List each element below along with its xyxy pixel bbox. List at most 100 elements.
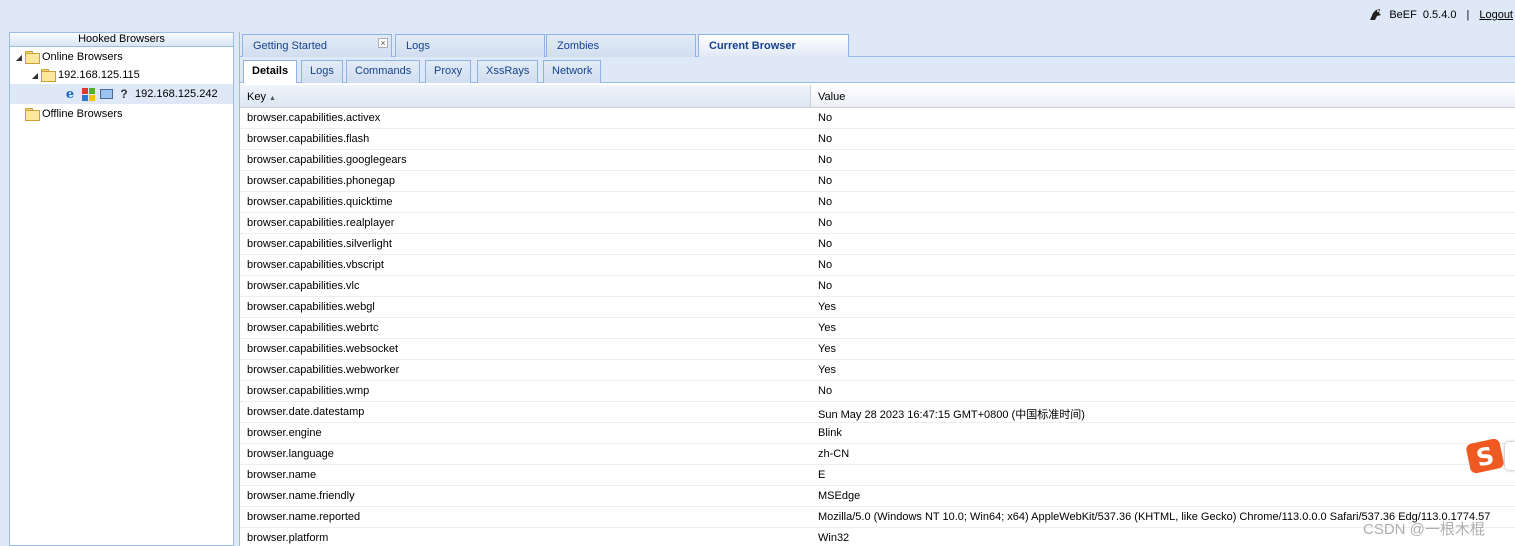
tree-node-hooked-browser[interactable]: e ? 192.168.125.242 [10, 84, 233, 104]
tree-node-subnet[interactable]: ◢ 192.168.125.115 [30, 66, 140, 84]
cell-key: browser.platform [247, 532, 329, 544]
table-row[interactable]: browser.capabilities.webrtc Yes [240, 318, 1515, 339]
table-row[interactable]: browser.language zh-CN [240, 444, 1515, 465]
cell-value: Sun May 28 2023 16:47:15 GMT+0800 (中国标准时… [818, 409, 1085, 421]
subtab-logs[interactable]: Logs [301, 60, 343, 83]
cell-value: Blink [818, 427, 842, 439]
cell-key: browser.capabilities.vbscript [247, 259, 384, 271]
table-row[interactable]: browser.capabilities.activex No [240, 108, 1515, 129]
main-tab-bar: Getting Started × Logs Zombies Current B… [240, 32, 1515, 58]
cell-value: No [818, 217, 833, 229]
tab-label: Current Browser [709, 40, 796, 52]
table-row[interactable]: browser.capabilities.phonegap No [240, 171, 1515, 192]
tab-label: Getting Started [253, 40, 327, 52]
sort-ascending-icon: ▲ [268, 95, 276, 102]
cell-value: zh-CN [818, 448, 850, 460]
tab-label: Logs [406, 40, 430, 52]
column-header-key[interactable]: Key ▲ [240, 85, 811, 107]
header-right: BeEF 0.5.4.0 | Logout [1367, 6, 1513, 24]
subtab-label: Logs [310, 65, 334, 77]
cell-key: browser.capabilities.realplayer [247, 217, 395, 229]
cell-key: browser.name.reported [247, 511, 361, 523]
subnet-label: 192.168.125.115 [58, 69, 140, 81]
table-row[interactable]: browser.name.friendly MSEdge [240, 486, 1515, 507]
cell-value: No [818, 154, 833, 166]
cell-key: browser.capabilities.quicktime [247, 196, 393, 208]
table-row[interactable]: browser.capabilities.vbscript No [240, 255, 1515, 276]
cell-value: No [818, 133, 833, 145]
cell-value: No [818, 196, 833, 208]
expanded-arrow-icon[interactable]: ◢ [14, 53, 24, 62]
subtab-xssrays[interactable]: XssRays [477, 60, 539, 83]
table-row[interactable]: browser.date.datestamp Sun May 28 2023 16… [240, 402, 1515, 423]
folder-icon [40, 69, 56, 82]
subtab-network[interactable]: Network [543, 60, 602, 83]
table-row[interactable]: browser.platform Win32 [240, 528, 1515, 546]
expanded-arrow-icon[interactable]: ◢ [30, 71, 40, 80]
subtab-commands[interactable]: Commands [346, 60, 421, 83]
tab-zombies[interactable]: Zombies [546, 34, 696, 57]
cell-value: No [818, 112, 833, 124]
cell-key: browser.name.friendly [247, 490, 355, 502]
cell-value: No [818, 238, 833, 250]
tab-label: Zombies [557, 40, 600, 52]
cell-value: No [818, 385, 833, 397]
tree-node-offline-browsers[interactable]: Offline Browsers [24, 105, 123, 123]
ie-icon: e [65, 86, 75, 102]
cell-value: No [818, 175, 833, 187]
pc-icon [99, 87, 113, 101]
table-row[interactable]: browser.capabilities.wmp No [240, 381, 1515, 402]
subtab-label: Proxy [434, 65, 463, 77]
watermark: CSDN @一根木棍 [1363, 521, 1485, 538]
sub-tab-bar: Details Logs Commands Proxy XssRays Netw… [240, 57, 1515, 83]
online-browsers-label: Online Browsers [42, 51, 123, 63]
subtab-proxy[interactable]: Proxy [425, 60, 472, 83]
close-icon[interactable]: × [378, 38, 388, 48]
table-row[interactable]: browser.name.reported Mozilla/5.0 (Window… [240, 507, 1515, 528]
table-row[interactable]: browser.capabilities.webgl Yes [240, 297, 1515, 318]
cell-key: browser.capabilities.phonegap [247, 175, 395, 187]
beef-logo-icon [1367, 7, 1383, 23]
subtab-details[interactable]: Details [243, 60, 298, 83]
cell-key: browser.capabilities.googlegears [247, 154, 407, 166]
hooked-browsers-title: Hooked Browsers [10, 33, 233, 47]
tab-current-browser[interactable]: Current Browser [698, 34, 849, 58]
app-name: BeEF [1389, 9, 1417, 21]
subtab-label: Network [552, 65, 593, 77]
header-separator: | [1466, 9, 1470, 21]
table-row[interactable]: browser.capabilities.websocket Yes [240, 339, 1515, 360]
subtab-label: Details [252, 65, 289, 77]
table-row[interactable]: browser.capabilities.webworker Yes [240, 360, 1515, 381]
logout-link[interactable]: Logout [1479, 9, 1513, 21]
cell-key: browser.language [247, 448, 334, 460]
windows-icon [81, 87, 95, 101]
cell-key: browser.engine [247, 427, 322, 439]
subtab-label: Commands [355, 65, 412, 77]
cell-value: No [818, 280, 833, 292]
cell-key: browser.capabilities.webworker [247, 364, 400, 376]
table-row[interactable]: browser.engine Blink [240, 423, 1515, 444]
table-row[interactable]: browser.capabilities.realplayer No [240, 213, 1515, 234]
column-header-value[interactable]: Value [811, 85, 1515, 107]
tab-getting-started[interactable]: Getting Started × [242, 34, 392, 57]
cell-key: browser.capabilities.webrtc [247, 322, 379, 334]
cell-value: Yes [818, 301, 836, 313]
ime-toolbar-edge [1505, 442, 1515, 470]
table-row[interactable]: browser.capabilities.vlc No [240, 276, 1515, 297]
cell-key: browser.capabilities.webgl [247, 301, 375, 313]
unknown-icon: ? [120, 87, 128, 101]
table-row[interactable]: browser.capabilities.flash No [240, 129, 1515, 150]
main-panel: Getting Started × Logs Zombies Current B… [239, 32, 1515, 546]
table-row[interactable]: browser.capabilities.quicktime No [240, 192, 1515, 213]
offline-browsers-label: Offline Browsers [42, 108, 123, 120]
cell-key: browser.capabilities.silverlight [247, 238, 392, 250]
table-row[interactable]: browser.name E [240, 465, 1515, 486]
cell-key: browser.capabilities.wmp [247, 385, 370, 397]
browser-ip-label: 192.168.125.242 [135, 88, 218, 100]
tab-logs[interactable]: Logs [395, 34, 545, 57]
table-row[interactable]: browser.capabilities.silverlight No [240, 234, 1515, 255]
tree-node-online-browsers[interactable]: ◢ Online Browsers [14, 48, 123, 66]
grid-body: browser.capabilities.activex No browser.ca… [240, 108, 1515, 546]
cell-key: browser.name [247, 469, 317, 481]
table-row[interactable]: browser.capabilities.googlegears No [240, 150, 1515, 171]
